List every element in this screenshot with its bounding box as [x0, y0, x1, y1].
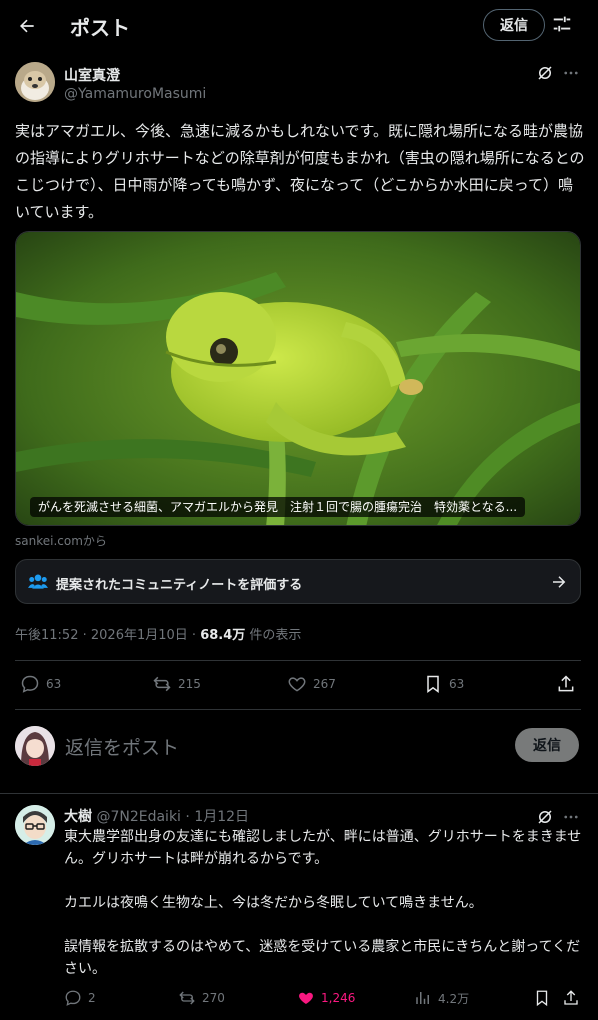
- reply-reply-action[interactable]: 2: [64, 989, 96, 1007]
- post-date[interactable]: 2026年1月10日: [91, 628, 188, 643]
- post-meta: 午後11:52 · 2026年1月10日 · 68.4万 件の表示: [15, 628, 302, 643]
- reply-text: 東大農学部出身の友達にも確認しましたが、畔には普通、グリホサートをまきません。グ…: [64, 826, 584, 980]
- bookmark-action[interactable]: 63: [423, 674, 464, 694]
- reply-author-avatar[interactable]: [15, 805, 55, 845]
- repost-count: 215: [178, 677, 201, 691]
- reply-count: 63: [46, 677, 62, 691]
- reply-input[interactable]: 返信をポスト: [65, 733, 179, 760]
- reply-like-count: 1,246: [321, 991, 356, 1005]
- share-icon: [564, 990, 578, 1005]
- page-title: ポスト: [70, 16, 130, 40]
- reply-paragraph: 東大農学部出身の友達にも確認しましたが、畔には普通、グリホサートをまきません。グ…: [64, 829, 582, 867]
- back-button[interactable]: [10, 9, 44, 43]
- repost-action[interactable]: 215: [152, 674, 201, 694]
- like-icon: [299, 992, 313, 1004]
- reply-repost-count: 270: [202, 991, 225, 1005]
- more-button[interactable]: [562, 64, 580, 82]
- card-source[interactable]: sankei.comから: [15, 532, 107, 549]
- reply-author-handle[interactable]: @7N2Edaiki: [96, 809, 181, 825]
- repost-icon: [179, 991, 195, 1005]
- reply-button[interactable]: 返信: [483, 9, 545, 41]
- reply-repost-action[interactable]: 270: [178, 989, 225, 1007]
- reply-author-name[interactable]: 大樹: [64, 809, 92, 825]
- more-icon: [564, 815, 578, 819]
- reply-date[interactable]: 1月12日: [194, 809, 249, 825]
- grok-icon: [538, 66, 552, 80]
- reply-icon: [21, 675, 39, 693]
- current-user-avatar[interactable]: [15, 726, 55, 766]
- reply-submit-button[interactable]: 返信: [515, 728, 579, 762]
- filter-button[interactable]: [551, 13, 575, 37]
- bookmark-icon: [536, 990, 548, 1007]
- reply-share-action[interactable]: [562, 989, 580, 1007]
- divider: [15, 660, 581, 661]
- like-icon: [288, 677, 306, 692]
- reply-icon: [65, 990, 81, 1006]
- reply-like-action[interactable]: 1,246: [297, 989, 355, 1007]
- repost-icon: [153, 676, 171, 692]
- reply-action[interactable]: 63: [20, 674, 61, 694]
- like-action[interactable]: 267: [287, 674, 336, 694]
- views-count: 68.4万: [200, 628, 246, 643]
- grok-icon: [538, 810, 552, 824]
- reply-reply-count: 2: [88, 991, 96, 1005]
- sliders-icon: [553, 16, 571, 32]
- top-bar: ポスト 返信: [0, 0, 598, 52]
- community-note-prompt[interactable]: 提案されたコミュニティノートを評価する: [15, 559, 581, 604]
- post-text: 実はアマガエル、今後、急速に減るかもしれないです。既に隠れ場所になる畦が農協の指…: [15, 122, 585, 221]
- card-title[interactable]: がんを死滅させる細菌、アマガエルから発見 注射１回で腸の腫瘍完治 特効薬となる.…: [30, 497, 526, 517]
- more-icon: [564, 71, 578, 75]
- avatar[interactable]: [15, 62, 55, 102]
- divider: [0, 793, 598, 794]
- frog-image: [16, 232, 580, 525]
- author-name[interactable]: 山室真澄: [64, 65, 120, 85]
- community-note-label: 提案されたコミュニティノートを評価する: [56, 578, 303, 593]
- reply-author-line: 大樹 @7N2Edaiki · 1月12日: [64, 809, 250, 825]
- author-handle[interactable]: @YamamuroMasumi: [64, 86, 206, 102]
- like-count: 267: [313, 677, 336, 691]
- link-card[interactable]: がんを死滅させる細菌、アマガエルから発見 注射１回で腸の腫瘍完治 特効薬となる.…: [15, 231, 581, 526]
- post-time[interactable]: 午後11:52: [15, 628, 78, 643]
- grok-button[interactable]: [536, 64, 554, 82]
- reply-views-action[interactable]: 4.2万: [414, 989, 469, 1007]
- reply-bookmark-action[interactable]: [533, 989, 551, 1007]
- bookmark-count: 63: [449, 677, 465, 691]
- reply-views-count: 4.2万: [438, 991, 470, 1006]
- back-arrow-icon: [20, 19, 34, 33]
- arrow-right-icon: [553, 576, 566, 588]
- views-icon: [416, 992, 429, 1004]
- bookmark-icon: [427, 675, 439, 693]
- community-people-icon: [28, 574, 48, 589]
- views-label: 件の表示: [249, 628, 302, 643]
- share-action[interactable]: [556, 674, 576, 694]
- share-icon: [558, 675, 574, 692]
- reply-paragraph: カエルは夜鳴く生物な上、今は冬だから冬眠していて鳴きません。: [64, 895, 483, 911]
- divider: [15, 709, 581, 710]
- reply-grok-button[interactable]: [536, 808, 554, 826]
- reply-more-button[interactable]: [562, 808, 580, 826]
- reply-paragraph: 誤情報を拡散するのはやめて、迷惑を受けている農家と市民にきちんと謝ってください。: [64, 939, 581, 977]
